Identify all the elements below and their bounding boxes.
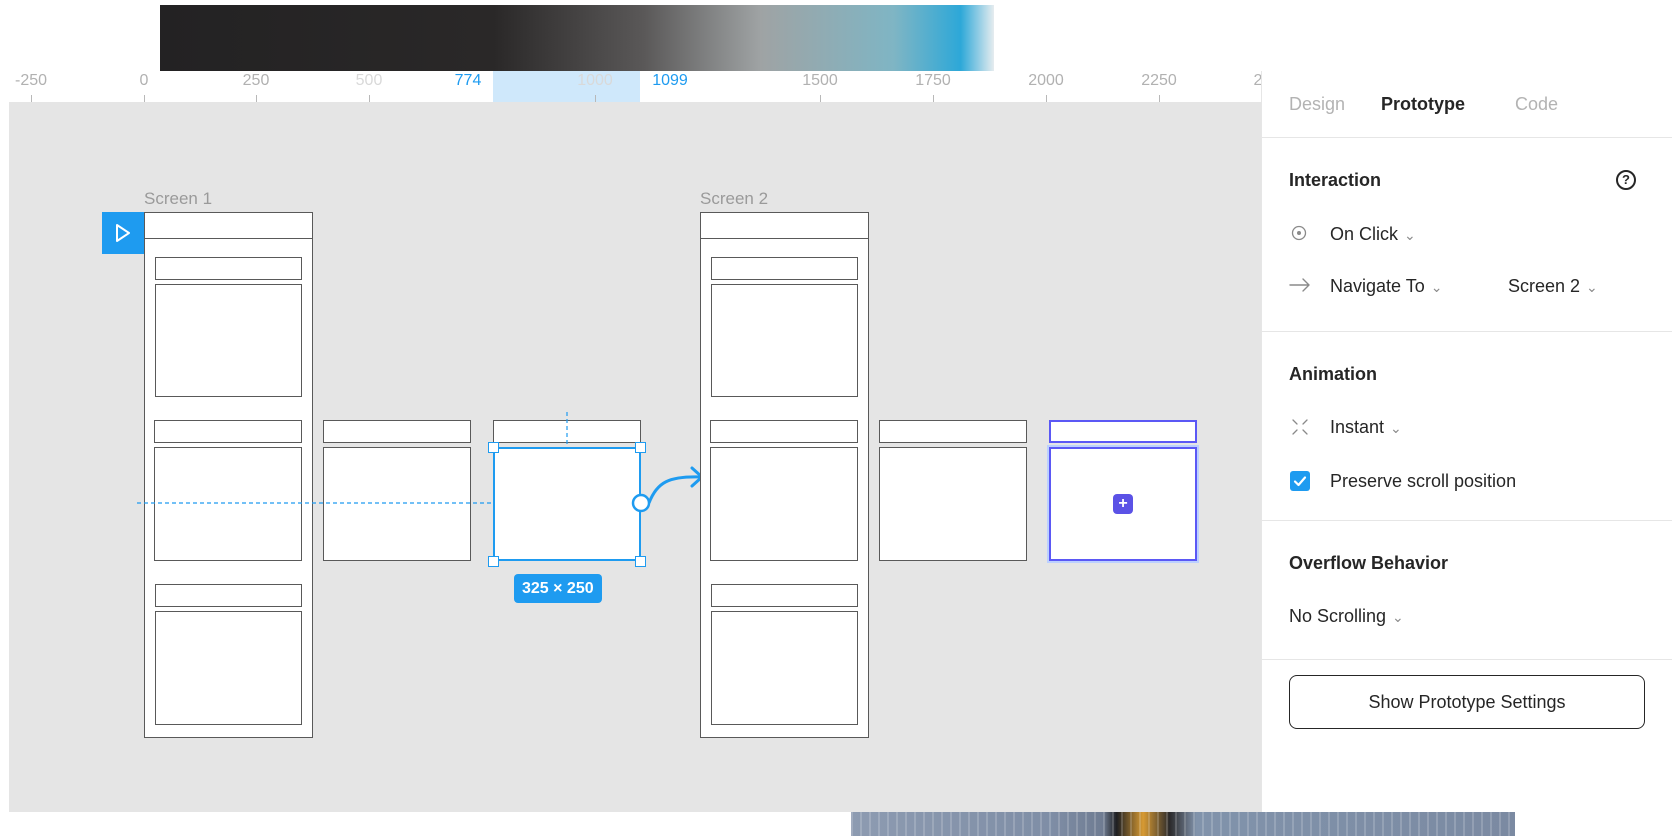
ruler-tick-label: 2250 <box>1141 72 1177 89</box>
animation-value: Instant <box>1330 417 1385 437</box>
prototype-connection-arrow <box>647 475 702 504</box>
ruler-tick <box>1046 95 1047 102</box>
ruler-tick-label-selection-start: 774 <box>454 72 482 89</box>
preserve-scroll-checkbox[interactable] <box>1290 471 1310 491</box>
ruler-tick-label: 250 <box>242 72 270 89</box>
tab-code[interactable]: Code <box>1515 93 1558 115</box>
ruler-selection-range <box>493 71 640 102</box>
checkmark-icon <box>1293 476 1307 487</box>
horizontal-ruler: -250 0 250 500 774 1000 1099 1500 1750 2… <box>9 71 1262 102</box>
wireframe-card[interactable] <box>879 447 1027 561</box>
action-dropdown[interactable]: Navigate To ⌄ <box>1330 275 1442 298</box>
add-interaction-plus-icon[interactable]: + <box>1113 494 1133 514</box>
divider <box>1262 520 1672 521</box>
ruler-tick-label: 2000 <box>1028 72 1064 89</box>
ruler-tick <box>256 95 257 102</box>
overflow-value: No Scrolling <box>1289 606 1387 626</box>
chevron-down-icon: ⌄ <box>1586 279 1598 295</box>
ruler-tick <box>144 95 145 102</box>
trigger-target-icon <box>1291 225 1307 241</box>
preserve-scroll-label[interactable]: Preserve scroll position <box>1330 470 1516 492</box>
wireframe-bar[interactable] <box>710 420 858 443</box>
ruler-tick-label: 1000 <box>577 72 613 89</box>
connection-node-handle <box>631 493 651 513</box>
show-prototype-settings-button[interactable]: Show Prototype Settings <box>1289 675 1645 729</box>
divider <box>1262 331 1672 332</box>
help-icon[interactable]: ? <box>1616 170 1636 190</box>
instant-animation-icon <box>1292 419 1308 435</box>
design-canvas[interactable]: Screen 1 325 × 250 Screen 2 + <box>9 102 1261 812</box>
divider <box>1262 137 1672 138</box>
chevron-down-icon: ⌄ <box>1404 227 1416 243</box>
section-title-interaction: Interaction <box>1289 170 1382 190</box>
ruler-tick <box>820 95 821 102</box>
ruler-tick-label: 1500 <box>802 72 838 89</box>
ruler-tick <box>933 95 934 102</box>
trigger-value: On Click <box>1330 224 1399 244</box>
ruler-tick <box>1159 95 1160 102</box>
divider <box>1262 659 1672 660</box>
ruler-tick <box>31 95 32 102</box>
destination-value: Screen 2 <box>1508 276 1581 296</box>
ruler-tick <box>595 95 596 102</box>
trigger-dropdown[interactable]: On Click ⌄ <box>1330 223 1416 246</box>
wireframe-bar[interactable] <box>711 257 858 280</box>
chevron-down-icon: ⌄ <box>1390 420 1402 436</box>
section-title-overflow: Overflow Behavior <box>1289 553 1449 573</box>
wireframe-card[interactable] <box>711 284 858 397</box>
ruler-tick <box>369 95 370 102</box>
ruler-tick-label: -250 <box>14 72 48 89</box>
frame-label-screen-2[interactable]: Screen 2 <box>700 189 768 209</box>
ruler-tick-label: 0 <box>139 72 149 89</box>
chevron-down-icon: ⌄ <box>1392 609 1404 625</box>
screen-2-header[interactable] <box>700 212 869 239</box>
wireframe-bar[interactable] <box>711 584 858 607</box>
overflow-dropdown[interactable]: No Scrolling ⌄ <box>1289 605 1404 628</box>
wireframe-card[interactable] <box>711 611 858 725</box>
wireframe-bar[interactable] <box>879 420 1027 443</box>
action-arrow-right-icon <box>1289 278 1310 292</box>
action-value: Navigate To <box>1330 276 1425 296</box>
destination-dropdown[interactable]: Screen 2 ⌄ <box>1508 275 1598 298</box>
ruler-tick-label: 1750 <box>915 72 951 89</box>
chevron-down-icon: ⌄ <box>1430 279 1443 295</box>
background-photo-top <box>160 5 994 71</box>
ruler-tick-label-selection-end: 1099 <box>652 72 688 89</box>
hovered-layer-bar[interactable] <box>1049 420 1197 443</box>
animation-dropdown[interactable]: Instant ⌄ <box>1330 416 1402 439</box>
tab-design[interactable]: Design <box>1289 93 1345 115</box>
ruler-tick-label: 500 <box>355 72 383 89</box>
wireframe-card[interactable] <box>710 447 858 561</box>
section-title-animation: Animation <box>1289 364 1377 384</box>
tab-prototype[interactable]: Prototype <box>1381 93 1465 115</box>
background-photo-bottom <box>851 812 1515 836</box>
properties-panel: Design Prototype Code Interaction ? On C… <box>1261 71 1672 812</box>
